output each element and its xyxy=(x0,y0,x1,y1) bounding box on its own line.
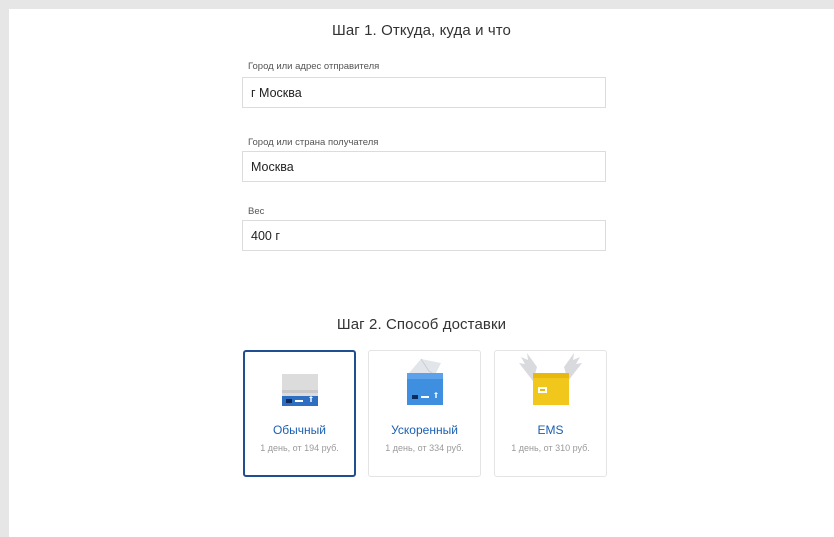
regular-parcel-icon xyxy=(245,352,354,422)
recipient-label: Город или страна получателя xyxy=(248,137,379,148)
weight-label: Вес xyxy=(248,206,265,217)
delivery-option-regular[interactable]: Обычный 1 день, от 194 руб. xyxy=(243,350,356,477)
recipient-input[interactable] xyxy=(242,151,606,182)
sender-input[interactable] xyxy=(242,77,606,108)
option-description: 1 день, от 194 руб. xyxy=(260,443,339,453)
step-2-title: Шаг 2. Способ доставки xyxy=(336,316,507,333)
step-1-title: Шаг 1. Откуда, куда и что xyxy=(331,22,511,39)
weight-input[interactable] xyxy=(242,220,606,251)
option-name: EMS xyxy=(537,423,564,437)
ems-winged-parcel-icon xyxy=(495,351,606,421)
option-description: 1 день, от 334 руб. xyxy=(385,443,464,453)
option-name: Обычный xyxy=(272,423,327,437)
delivery-option-express[interactable]: Ускоренный 1 день, от 334 руб. xyxy=(368,350,481,477)
delivery-option-ems[interactable]: EMS 1 день, от 310 руб. xyxy=(494,350,607,477)
calculator-page: Шаг 1. Откуда, куда и что Город или адре… xyxy=(9,9,834,537)
option-name: Ускоренный xyxy=(391,423,458,437)
express-parcel-icon xyxy=(369,351,480,421)
option-description: 1 день, от 310 руб. xyxy=(511,443,590,453)
sender-label: Город или адрес отправителя xyxy=(248,61,380,72)
